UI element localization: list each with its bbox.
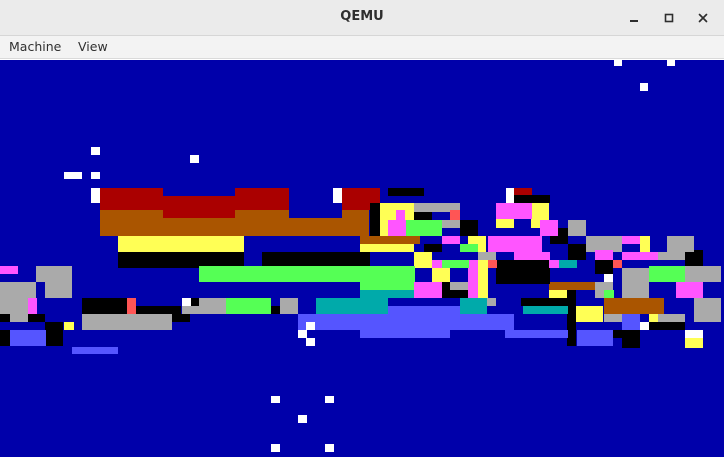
close-button[interactable] bbox=[693, 8, 713, 28]
title-bar[interactable]: QEMU bbox=[0, 0, 724, 36]
minimize-icon bbox=[630, 20, 638, 22]
close-icon bbox=[698, 13, 708, 23]
maximize-icon bbox=[664, 13, 674, 23]
maximize-button[interactable] bbox=[659, 8, 679, 28]
vm-display[interactable] bbox=[0, 60, 724, 457]
window-title: QEMU bbox=[340, 9, 384, 24]
menu-bar: Machine View bbox=[0, 36, 724, 59]
minimize-button[interactable] bbox=[624, 8, 644, 28]
menu-machine[interactable]: Machine bbox=[9, 36, 61, 59]
vm-framebuffer bbox=[0, 60, 724, 457]
menu-view[interactable]: View bbox=[78, 36, 108, 59]
